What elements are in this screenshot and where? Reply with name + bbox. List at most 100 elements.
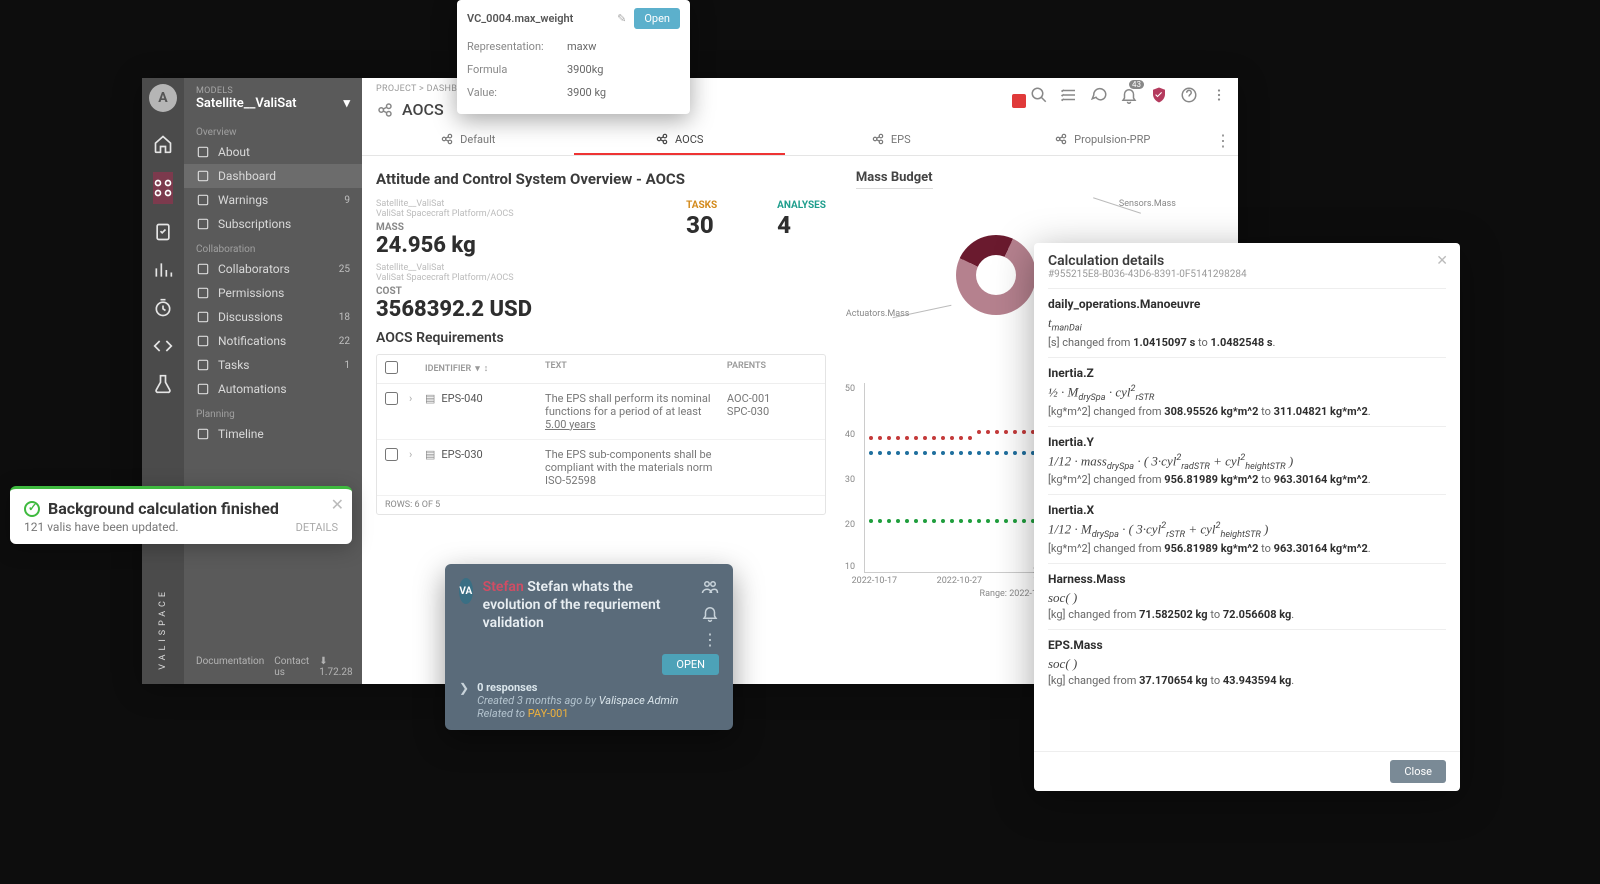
table-row[interactable]: ›▤EPS-030The EPS sub-components shall be… xyxy=(377,440,825,496)
sidebar-rail: A VALISPACE xyxy=(142,78,184,684)
bell-icon[interactable] xyxy=(1120,86,1138,104)
row-checkbox[interactable] xyxy=(385,392,398,405)
open-button[interactable]: OPEN xyxy=(662,654,719,675)
vc-row: Formula3900kg xyxy=(467,58,680,81)
kpi-cost-value: 3568392.2 USD xyxy=(376,297,626,322)
comments-icon[interactable] xyxy=(1090,86,1108,104)
toast-details-button[interactable]: DETAILS xyxy=(296,521,338,534)
module-icon xyxy=(1054,132,1068,146)
top-toolbar xyxy=(1030,86,1228,104)
calc-details-panel: Calculation details #955215E8-B036-43D6-… xyxy=(1034,243,1460,791)
calc-id: #955215E8-B036-43D6-8391-0F5141298284 xyxy=(1048,269,1446,280)
expand-icon[interactable]: › xyxy=(409,392,425,405)
close-icon[interactable]: ✕ xyxy=(331,495,344,514)
requirements-table: IDENTIFIER ▾ ↕ TEXT PARENTS ›▤EPS-040The… xyxy=(376,354,826,515)
page-title: AOCS xyxy=(402,100,444,119)
kpi-mass-value: 24.956 kg xyxy=(376,233,626,258)
sidebar-item-warnings[interactable]: Warnings9 xyxy=(184,188,362,212)
sidebar-item-discussions[interactable]: Discussions18 xyxy=(184,305,362,329)
search-icon[interactable] xyxy=(1030,86,1048,104)
vc-row: Representation:maxw xyxy=(467,35,680,58)
tab-more-icon[interactable]: ⋮ xyxy=(1208,125,1238,155)
help-icon[interactable] xyxy=(1180,86,1198,104)
section-overview: Overview xyxy=(184,119,362,140)
sidebar-panel: MODELS Satellite__ValiSat▾ Overview Abou… xyxy=(184,78,362,684)
people-icon[interactable] xyxy=(701,578,719,596)
link-docs[interactable]: Documentation xyxy=(196,656,264,678)
tab-eps[interactable]: EPS xyxy=(785,125,997,155)
sidebar-footer: Documentation Contact us ⬇ 1.72.28 xyxy=(184,650,362,684)
project-switcher[interactable]: MODELS Satellite__ValiSat▾ xyxy=(184,78,362,119)
tab-default[interactable]: Default xyxy=(362,125,574,155)
tab-propulsion-prp[interactable]: Propulsion-PRP xyxy=(997,125,1209,155)
sort-icon[interactable]: ↕ xyxy=(484,363,489,374)
doc-icon: ▤ xyxy=(425,392,435,405)
section-planning: Planning xyxy=(184,401,362,422)
requirements-header: AOCS Requirements xyxy=(376,330,826,346)
close-button[interactable]: Close xyxy=(1390,760,1446,783)
shield-check-icon[interactable] xyxy=(1150,86,1168,104)
status-indicator[interactable] xyxy=(1012,94,1026,108)
kpi-cost-label: COST xyxy=(376,286,626,297)
sidebar-item-tasks[interactable]: Tasks1 xyxy=(184,353,362,377)
calc-section: Inertia.X1/12 · MdrySpa · ( 3·cyl2rSTR +… xyxy=(1048,494,1446,563)
doc-icon: ▤ xyxy=(425,448,435,461)
comment-card: VA Stefan Stefan whats the evolution of … xyxy=(445,564,733,730)
line-chart: 5040 3020 10 2022-10-172022-10-272022-11… xyxy=(864,383,1054,573)
calc-section: EPS.Masssoc( )[kg] changed from 37.17065… xyxy=(1048,629,1446,695)
avatar[interactable]: A xyxy=(149,84,177,112)
related-link[interactable]: PAY-001 xyxy=(528,707,569,720)
timer-icon[interactable] xyxy=(153,298,173,318)
module-icon xyxy=(376,101,394,119)
home-icon[interactable] xyxy=(153,134,173,154)
sidebar-item-dashboard[interactable]: Dashboard xyxy=(184,164,362,188)
toast-notification: ✕ Background calculation finished 121 va… xyxy=(10,486,352,544)
select-all-checkbox[interactable] xyxy=(385,361,398,374)
sidebar-item-automations[interactable]: Automations xyxy=(184,377,362,401)
chevron-right-icon[interactable]: ❯ xyxy=(459,681,469,695)
panel-title: Calculation details xyxy=(1048,253,1446,269)
more-icon[interactable]: ⋮ xyxy=(701,630,719,648)
calc-section: Harness.Masssoc( )[kg] changed from 71.5… xyxy=(1048,563,1446,629)
close-icon[interactable]: ✕ xyxy=(1436,253,1448,269)
sidebar-item-subscriptions[interactable]: Subscriptions xyxy=(184,212,362,236)
calc-section: Inertia.Z½ · MdrySpa · cyl2rSTR[kg*m^2] … xyxy=(1048,357,1446,426)
test-tube-icon[interactable] xyxy=(153,374,173,394)
table-row[interactable]: ›▤EPS-040The EPS shall perform its nomin… xyxy=(377,384,825,440)
brand-logo: VALISPACE xyxy=(158,588,168,670)
sidebar-item-timeline[interactable]: Timeline xyxy=(184,422,362,446)
expand-icon[interactable]: › xyxy=(409,448,425,461)
calc-section: daily_operations.ManoeuvretmanDai[s] cha… xyxy=(1048,288,1446,357)
kpi-tasks-value: 30 xyxy=(686,211,717,239)
sidebar-item-about[interactable]: About xyxy=(184,140,362,164)
module-icon xyxy=(440,132,454,146)
module-icon xyxy=(655,132,669,146)
filter-icon[interactable]: ▾ xyxy=(475,364,480,374)
vali-popover: VC_0004.max_weight ✎ Open Representation… xyxy=(457,0,690,114)
table-pager: ROWS: 6 OF 5 xyxy=(377,496,825,514)
bell-icon[interactable] xyxy=(701,604,719,622)
more-icon[interactable] xyxy=(1210,86,1228,104)
link-contact[interactable]: Contact us xyxy=(274,656,309,678)
avatar: VA xyxy=(459,578,473,604)
code-icon[interactable] xyxy=(153,336,173,356)
tab-aocs[interactable]: AOCS xyxy=(574,125,786,155)
row-checkbox[interactable] xyxy=(385,448,398,461)
sidebar-item-notifications[interactable]: Notifications22 xyxy=(184,329,362,353)
module-icon xyxy=(871,132,885,146)
vali-name: VC_0004.max_weight xyxy=(467,12,609,25)
checklist-icon[interactable] xyxy=(153,222,173,242)
section-collab: Collaboration xyxy=(184,236,362,257)
todo-icon[interactable] xyxy=(1060,86,1078,104)
analytics-icon[interactable] xyxy=(153,260,173,280)
section-title: Attitude and Control System Overview - A… xyxy=(376,170,826,188)
calc-section: Inertia.Y1/12 · massdrySpa · ( 3·cyl2rad… xyxy=(1048,426,1446,495)
sidebar-item-permissions[interactable]: Permissions xyxy=(184,281,362,305)
sidebar-item-collaborators[interactable]: Collaborators25 xyxy=(184,257,362,281)
kpi-mass-label: MASS xyxy=(376,222,626,233)
mass-budget-title: Mass Budget xyxy=(856,170,933,189)
open-button[interactable]: Open xyxy=(634,8,680,29)
kpi-analyses-value: 4 xyxy=(777,211,826,239)
modules-icon[interactable] xyxy=(153,178,173,198)
edit-icon[interactable]: ✎ xyxy=(617,12,626,25)
